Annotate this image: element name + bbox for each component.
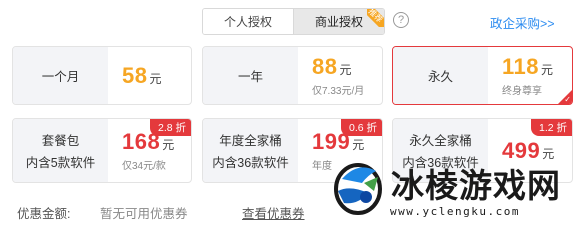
game-logo-icon — [334, 163, 382, 215]
plan-name-box: 年度全家桶 内含36款软件 — [203, 119, 298, 182]
coupon-value: 暂无可用优惠券 — [100, 207, 188, 221]
license-tabs: 个人授权 商业授权 推荐 — [202, 8, 385, 35]
tab-commercial-license[interactable]: 商业授权 推荐 — [294, 9, 384, 34]
plan-price: 58 — [122, 62, 148, 88]
tab-label: 个人授权 — [223, 15, 272, 29]
plan-price-box: 88 元 仅7.33元/月 — [298, 47, 382, 104]
plan-price: 88 — [312, 54, 338, 79]
plan-name-box: 套餐包 内含5款软件 — [13, 119, 108, 182]
plan-price: 118 — [502, 54, 539, 79]
tab-personal-license[interactable]: 个人授权 — [203, 9, 293, 34]
plan-note: 仅7.33元/月 — [312, 86, 365, 97]
tab-label: 商业授权 — [314, 15, 363, 29]
plan-note: 仅34元/款 — [122, 161, 166, 172]
discount-badge: 1.2 折 — [530, 119, 572, 136]
plan-card-one-month[interactable]: 一个月 58 元 — [12, 46, 192, 105]
plan-sub: 内含5款软件 — [25, 156, 96, 170]
watermark-title: 冰棱游戏网 — [391, 166, 561, 205]
plan-name-box: 一个月 — [13, 47, 108, 104]
plan-price-unit: 元 — [541, 63, 554, 77]
discount-badge: 0.6 折 — [340, 119, 382, 136]
site-watermark: 冰棱游戏网 www.yclengku.com — [326, 155, 580, 222]
plan-name: 一个月 — [41, 70, 80, 84]
plan-sub: 内含36款软件 — [212, 156, 289, 170]
enterprise-purchase-link[interactable]: 政企采购>> — [490, 13, 555, 32]
plan-price-unit: 元 — [162, 138, 175, 152]
plan-name: 年度全家桶 — [219, 134, 282, 148]
plan-name-box: 一年 — [203, 47, 298, 104]
coupon-label: 优惠金额: — [17, 207, 71, 221]
plan-price-unit: 元 — [339, 63, 352, 77]
plan-name: 套餐包 — [41, 134, 80, 148]
recommend-badge: 推荐 — [367, 9, 384, 27]
check-icon: ✓ — [564, 95, 571, 104]
plan-name: 永久全家桶 — [409, 134, 472, 148]
watermark-url: www.yclengku.com — [390, 205, 520, 218]
plan-card-lifetime[interactable]: 永久 118 元 终身尊享 ✓ — [392, 46, 573, 105]
plan-price-unit: 元 — [149, 71, 162, 86]
plan-price-unit: 元 — [352, 138, 365, 152]
plan-name: 一年 — [237, 70, 263, 84]
question-circle-icon[interactable]: ? — [393, 12, 409, 28]
plan-name: 永久 — [427, 70, 453, 84]
plan-card-bundle[interactable]: 套餐包 内含5款软件 168 元 仅34元/款 2.8 折 — [12, 118, 192, 183]
discount-badge: 2.8 折 — [149, 119, 191, 136]
plan-card-one-year[interactable]: 一年 88 元 仅7.33元/月 — [202, 46, 383, 105]
view-coupons-link[interactable]: 查看优惠券 — [242, 203, 305, 222]
plan-name-box: 永久 — [393, 47, 488, 104]
plan-price-box: 58 元 — [108, 47, 191, 104]
